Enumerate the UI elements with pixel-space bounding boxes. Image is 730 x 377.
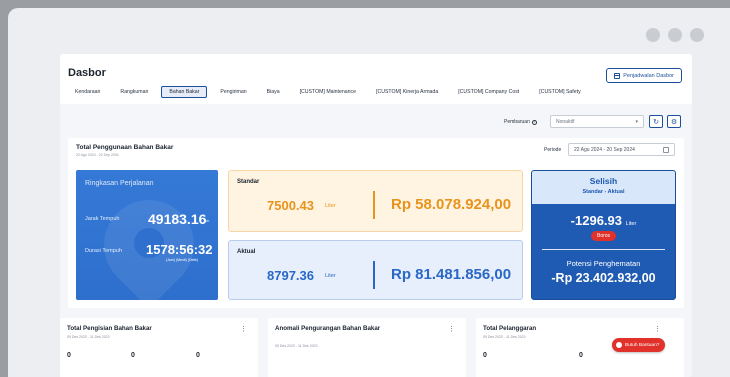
window-dot-icon[interactable] xyxy=(646,28,660,42)
refresh-label-text: Pembaruan xyxy=(504,119,530,125)
refresh-select[interactable]: Nonaktif ▾ xyxy=(550,115,644,128)
schedule-dashboard-label: Penjadwalan Dasbor xyxy=(623,72,674,79)
difference-value: -1296.93 xyxy=(570,213,622,228)
card-value: 0 xyxy=(131,352,135,359)
help-button[interactable]: Butuh Bantuan? xyxy=(612,338,666,352)
difference-unit: Liter xyxy=(625,221,637,227)
status-badge: Boros xyxy=(591,231,617,241)
card-value: 0 xyxy=(67,352,71,359)
difference-subtitle: Standar - Aktual xyxy=(582,189,625,195)
refresh-select-value: Nonaktif xyxy=(556,118,575,125)
card-title: Total Pelanggaran xyxy=(483,325,537,332)
help-button-label: Butuh Bantuan? xyxy=(625,342,660,348)
tab-biaya[interactable]: Biaya xyxy=(260,86,287,98)
refresh-filter-row: Pembaruan i Nonaktif ▾ ↻ ⚙ xyxy=(60,112,692,132)
actual-unit: Liter xyxy=(325,273,336,279)
card-date: 05 Des 2023 - 11 Des 2023 xyxy=(67,335,110,339)
standard-unit: Liter xyxy=(325,203,336,209)
refresh-button[interactable]: ↻ xyxy=(649,115,663,128)
card-date: 05 Des 2023 - 11 Des 2023 xyxy=(275,344,318,348)
distance-unit: Km xyxy=(204,219,210,223)
chevron-down-icon: ▾ xyxy=(635,118,638,125)
calendar-icon xyxy=(663,146,669,153)
card-date: 05 Des 2023 - 11 Des 2023 xyxy=(483,335,526,339)
tab-custom-kinerja-armada[interactable]: [CUSTOM] Kinerja Armada xyxy=(369,86,445,98)
tab-kendaraan[interactable]: Kendaraan xyxy=(68,86,107,98)
card-title: Anomali Pengurangan Bahan Bakar xyxy=(275,325,381,332)
fuel-anomaly-card: Anomali Pengurangan Bahan Bakar 05 Des 2… xyxy=(268,318,466,377)
fuel-usage-title: Total Penggunaan Bahan Bakar xyxy=(76,144,174,151)
window-controls xyxy=(646,28,704,42)
standard-cost: Rp 58.078.924,00 xyxy=(391,196,512,213)
refresh-label: Pembaruan i xyxy=(504,119,537,125)
more-vert-icon[interactable]: ⋮ xyxy=(240,325,247,333)
divider xyxy=(542,249,665,250)
actual-cost: Rp 81.481.856,00 xyxy=(391,266,512,283)
divider xyxy=(373,261,375,289)
schedule-dashboard-button[interactable]: Penjadwalan Dasbor xyxy=(606,68,682,83)
difference-value-row: -1296.93 Liter xyxy=(532,213,675,228)
period-input-value: 22 Agu 2024 - 20 Sep 2024 xyxy=(574,146,635,153)
chat-icon xyxy=(616,342,622,348)
fuel-usage-section: Total Penggunaan Bahan Bakar 22 Agu 2024… xyxy=(68,138,684,308)
duration-label: Durasi Tempuh xyxy=(85,248,122,254)
tab-pengiriman[interactable]: Pengiriman xyxy=(213,86,253,98)
gear-icon: ⚙ xyxy=(670,118,678,126)
info-icon[interactable]: i xyxy=(531,119,537,125)
trip-summary-card: Ringkasan Perjalanan Jarak Tempuh 49183.… xyxy=(76,170,218,300)
trip-summary-title: Ringkasan Perjalanan xyxy=(85,180,154,187)
difference-header: Selisih Standar - Aktual xyxy=(532,171,675,204)
card-value: 0 xyxy=(483,352,487,359)
period-input[interactable]: 22 Agu 2024 - 20 Sep 2024 xyxy=(568,143,675,156)
tab-rangkuman[interactable]: Rangkuman xyxy=(113,86,155,98)
savings-label: Potensi Penghematan xyxy=(566,259,641,268)
distance-value: 49183.16 xyxy=(148,211,207,227)
settings-button[interactable]: ⚙ xyxy=(667,115,681,128)
standard-fuel-card: Standar 7500.43 Liter Rp 58.078.924,00 xyxy=(228,170,523,232)
dashboard-header: Dasbor Penjadwalan Dasbor Kendaraan Rang… xyxy=(60,54,692,104)
page-title: Dasbor xyxy=(68,67,106,79)
more-vert-icon[interactable]: ⋮ xyxy=(448,325,455,333)
difference-card: Selisih Standar - Aktual -1296.93 Liter … xyxy=(531,170,676,300)
duration-unit: (Jam) (Menit) (Detik) xyxy=(166,258,199,262)
tab-custom-company-cost[interactable]: [CUSTOM] Company Cost xyxy=(451,86,526,98)
divider xyxy=(373,191,375,219)
fuel-usage-subtitle: 22 Agu 2024 - 20 Sep 2024 xyxy=(76,153,119,157)
period-label: Periode xyxy=(544,147,562,153)
more-vert-icon[interactable]: ⋮ xyxy=(654,325,661,333)
dashboard-tabs: Kendaraan Rangkuman Bahan Bakar Pengirim… xyxy=(68,86,594,98)
standard-volume: 7500.43 xyxy=(267,198,314,213)
duration-value: 1578:56:32 xyxy=(146,242,213,257)
card-value: 0 xyxy=(579,352,583,359)
tab-bahan-bakar[interactable]: Bahan Bakar xyxy=(161,86,208,98)
tab-custom-maintenance[interactable]: [CUSTOM] Maintenance xyxy=(293,86,363,98)
refresh-icon: ↻ xyxy=(653,118,659,126)
window-dot-icon[interactable] xyxy=(668,28,682,42)
savings-value: -Rp 23.402.932,00 xyxy=(551,271,656,285)
window-dot-icon[interactable] xyxy=(690,28,704,42)
actual-label: Aktual xyxy=(237,249,256,255)
calendar-icon xyxy=(614,72,621,79)
tab-custom-safety[interactable]: [CUSTOM] Safety xyxy=(532,86,587,98)
difference-title: Selisih xyxy=(589,176,618,186)
actual-fuel-card: Aktual 8797.36 Liter Rp 81.481.856,00 xyxy=(228,240,523,300)
actual-volume: 8797.36 xyxy=(267,268,314,283)
standard-label: Standar xyxy=(237,179,260,185)
card-value: 0 xyxy=(196,352,200,359)
total-refuel-card: Total Pengisian Bahan Bakar 05 Des 2023 … xyxy=(60,318,258,377)
distance-label: Jarak Tempuh xyxy=(85,216,120,222)
card-title: Total Pengisian Bahan Bakar xyxy=(67,325,152,332)
